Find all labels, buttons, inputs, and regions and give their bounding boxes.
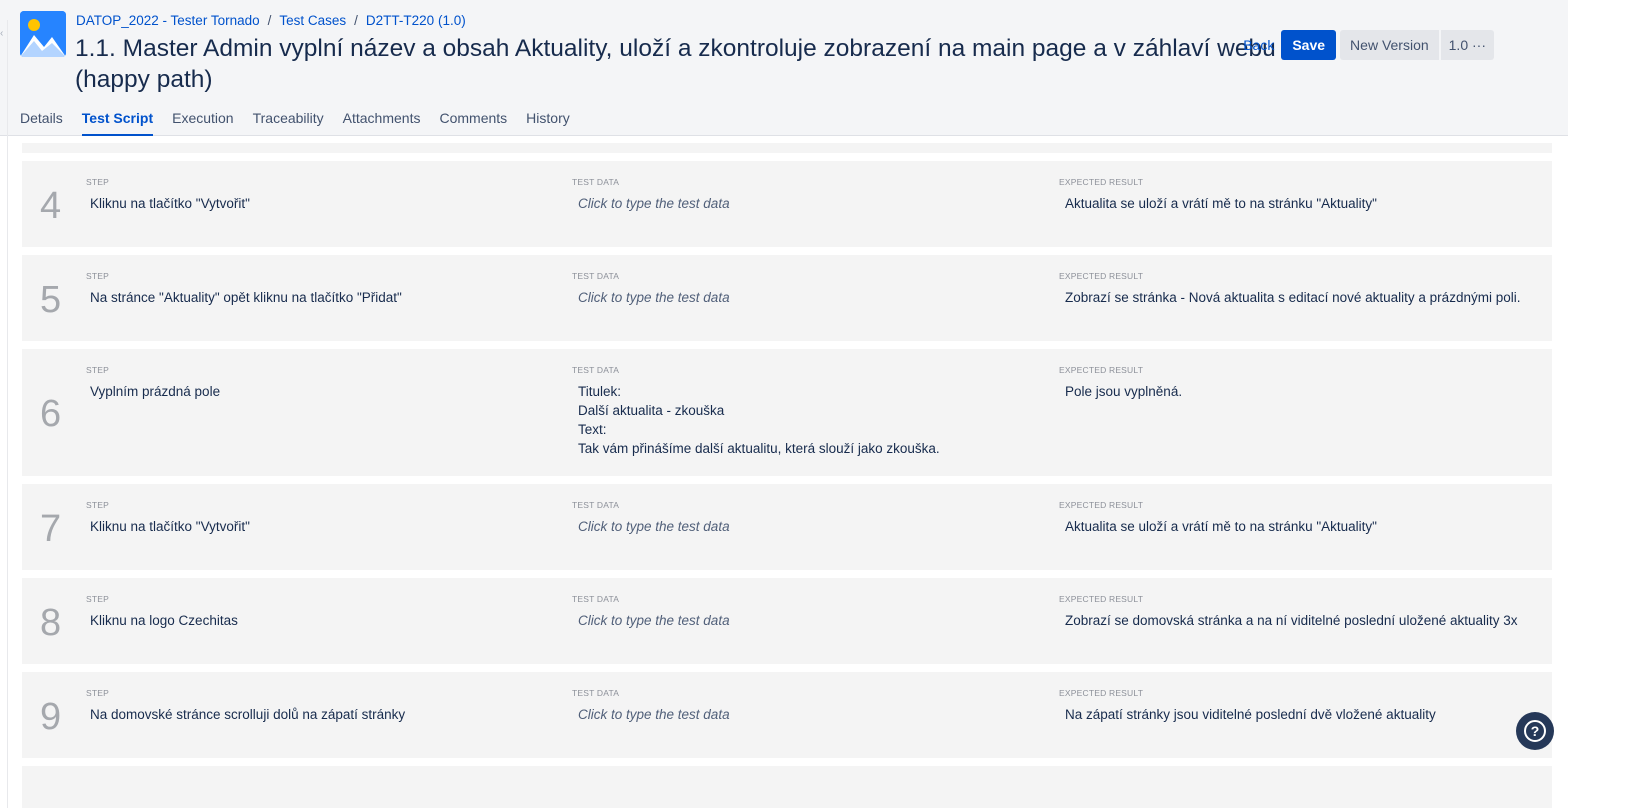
test-data-line: Titulek: — [578, 384, 622, 399]
tab-bar: Details Test Script Execution Traceabili… — [20, 110, 589, 136]
step-label: STEP — [86, 688, 110, 698]
expected-result-label: EXPECTED RESULT — [1059, 365, 1144, 375]
step-text[interactable]: Kliknu na tlačítko "Vytvořit" — [90, 517, 250, 536]
tab-history[interactable]: History — [526, 110, 570, 136]
step-card[interactable]: 4 STEP Kliknu na tlačítko "Vytvořit" TES… — [22, 161, 1552, 247]
test-data-field[interactable]: Titulek: Další aktualita - zkouška Text:… — [578, 382, 940, 458]
tab-execution[interactable]: Execution — [172, 110, 233, 136]
header-actions: Back Save New Version 1.0 ··· — [1238, 30, 1494, 60]
step-card[interactable]: 6 STEP Vyplním prázdná pole TEST DATA Ti… — [22, 349, 1552, 476]
step-label: STEP — [86, 365, 110, 375]
step-number: 8 — [40, 602, 62, 644]
test-data-label: TEST DATA — [572, 365, 620, 375]
breadcrumb-separator: / — [354, 13, 358, 28]
step-text[interactable]: Na domovské stránce scrolluji dolů na zá… — [90, 705, 405, 724]
version-dropdown[interactable]: 1.0 ··· — [1440, 30, 1494, 60]
test-data-label: TEST DATA — [572, 177, 620, 187]
step-text[interactable]: Vyplním prázdná pole — [90, 382, 220, 401]
test-data-label: TEST DATA — [572, 271, 620, 281]
step-number: 7 — [40, 508, 62, 550]
breadcrumb-test-cases-link[interactable]: Test Cases — [279, 13, 346, 28]
test-data-line: Další aktualita - zkouška — [578, 403, 725, 418]
page-header: DATOP_2022 - Tester Tornado / Test Cases / D… — [0, 0, 1568, 136]
project-avatar[interactable] — [20, 11, 66, 57]
expected-result-label: EXPECTED RESULT — [1059, 271, 1144, 281]
expected-result-text[interactable]: Aktualita se uloží a vrátí mě to na strá… — [1065, 194, 1377, 213]
project-avatar-icon — [20, 11, 66, 57]
test-data-label: TEST DATA — [572, 594, 620, 604]
test-data-label: TEST DATA — [572, 500, 620, 510]
tab-attachments[interactable]: Attachments — [343, 110, 421, 136]
chevron-left-icon: ‹ — [0, 28, 4, 39]
step-text[interactable]: Kliknu na logo Czechitas — [90, 611, 238, 630]
tab-comments[interactable]: Comments — [439, 110, 507, 136]
breadcrumb-project-link[interactable]: DATOP_2022 - Tester Tornado — [76, 13, 260, 28]
new-version-button[interactable]: New Version — [1340, 30, 1439, 60]
test-script-list: 4 STEP Kliknu na tlačítko "Vytvořit" TES… — [0, 137, 1568, 808]
help-button[interactable]: ? — [1516, 712, 1554, 750]
tab-traceability[interactable]: Traceability — [253, 110, 324, 136]
expected-result-text[interactable]: Pole jsou vyplněná. — [1065, 382, 1182, 401]
step-number: 5 — [40, 279, 62, 321]
expected-result-label: EXPECTED RESULT — [1059, 594, 1144, 604]
version-label: 1.0 — [1448, 37, 1469, 53]
breadcrumb-key-link[interactable]: D2TT-T220 (1.0) — [366, 13, 466, 28]
test-data-line: Tak vám přinášíme další aktualitu, která… — [578, 441, 940, 456]
tab-test-script[interactable]: Test Script — [81, 110, 154, 136]
question-mark-icon: ? — [1524, 720, 1546, 742]
breadcrumb-separator: / — [267, 13, 272, 28]
more-icon: ··· — [1472, 37, 1486, 53]
expected-result-label: EXPECTED RESULT — [1059, 177, 1144, 187]
test-data-field[interactable]: Click to type the test data — [578, 705, 730, 724]
expected-result-text[interactable]: Zobrazí se domovská stránka a na ní vidi… — [1065, 611, 1518, 630]
expected-result-text[interactable]: Aktualita se uloží a vrátí mě to na strá… — [1065, 517, 1377, 536]
expected-result-text[interactable]: Na zápatí stránky jsou viditelné posledn… — [1065, 705, 1436, 724]
step-label: STEP — [86, 177, 110, 187]
step-card[interactable]: 5 STEP Na stránce "Aktuality" opět klikn… — [22, 255, 1552, 341]
step-label: STEP — [86, 594, 110, 604]
save-button[interactable]: Save — [1281, 30, 1337, 60]
step-card[interactable]: 7 STEP Kliknu na tlačítko "Vytvořit" TES… — [22, 484, 1552, 570]
back-button[interactable]: Back — [1238, 30, 1279, 60]
test-data-label: TEST DATA — [572, 688, 620, 698]
step-card-partial — [22, 143, 1552, 153]
step-label: STEP — [86, 271, 110, 281]
test-data-line: Text: — [578, 422, 607, 437]
step-number: 4 — [40, 185, 62, 227]
step-number: 6 — [40, 393, 62, 435]
tab-details[interactable]: Details — [20, 110, 63, 136]
test-data-field[interactable]: Click to type the test data — [578, 288, 730, 307]
breadcrumb: DATOP_2022 - Tester Tornado / Test Cases / D… — [76, 13, 466, 28]
step-card-partial — [22, 766, 1552, 808]
step-number: 9 — [40, 696, 62, 738]
step-card[interactable]: 9 STEP Na domovské stránce scrolluji dol… — [22, 672, 1552, 758]
step-label: STEP — [86, 500, 110, 510]
expected-result-label: EXPECTED RESULT — [1059, 500, 1144, 510]
page-title: 1.1. Master Admin vyplní název a obsah A… — [75, 35, 1276, 93]
test-data-field[interactable]: Click to type the test data — [578, 517, 730, 536]
expected-result-label: EXPECTED RESULT — [1059, 688, 1144, 698]
step-text[interactable]: Na stránce "Aktuality" opět kliknu na tl… — [90, 288, 402, 307]
right-gutter — [1568, 0, 1642, 808]
step-card[interactable]: 8 STEP Kliknu na logo Czechitas TEST DAT… — [22, 578, 1552, 664]
step-text[interactable]: Kliknu na tlačítko "Vytvořit" — [90, 194, 250, 213]
expected-result-text[interactable]: Zobrazí se stránka - Nová aktualita s ed… — [1065, 288, 1520, 307]
test-data-field[interactable]: Click to type the test data — [578, 194, 730, 213]
test-data-field[interactable]: Click to type the test data — [578, 611, 730, 630]
